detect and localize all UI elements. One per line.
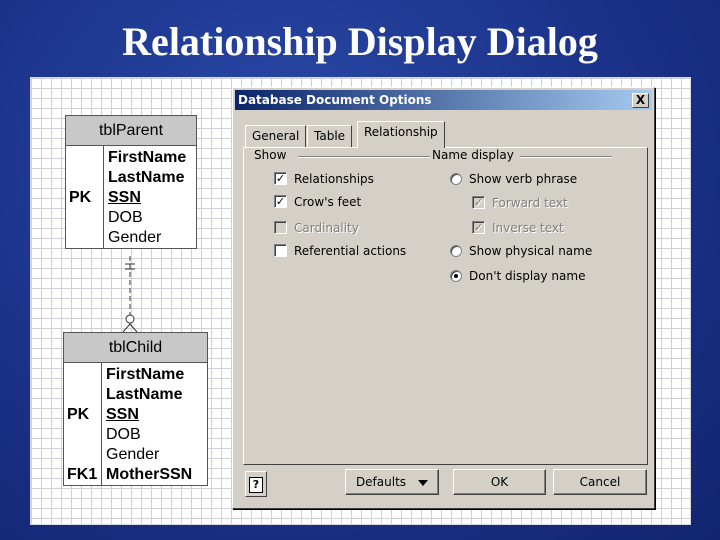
forward-text-option: ✓ Forward text xyxy=(472,195,568,211)
cardinality-checkbox xyxy=(274,221,287,234)
field-name: MotherSSN xyxy=(106,466,193,483)
dont-display-name-label: Don't display name xyxy=(469,269,586,283)
key-marker xyxy=(64,365,101,385)
entity-title: tblChild xyxy=(64,333,207,363)
key-marker xyxy=(64,385,101,405)
tab-general[interactable]: General xyxy=(245,125,307,147)
entity-title: tblParent xyxy=(66,116,196,146)
inverse-text-option: ✓ Inverse text xyxy=(472,220,564,236)
dont-display-name-radio[interactable] xyxy=(450,269,462,282)
field-name: Gender xyxy=(108,229,162,246)
show-physical-name-radio[interactable] xyxy=(450,244,462,257)
crows-feet-option[interactable]: ✓ Crow's feet xyxy=(274,194,361,210)
forward-text-label: Forward text xyxy=(492,196,568,210)
show-verb-phrase-radio[interactable] xyxy=(450,172,462,185)
cancel-button[interactable]: Cancel xyxy=(553,469,647,495)
close-button[interactable]: X xyxy=(632,93,649,108)
key-marker: PK xyxy=(69,189,92,206)
crows-foot-left xyxy=(122,323,131,333)
cardinality-option: Cardinality xyxy=(274,220,359,236)
crows-feet-label: Crow's feet xyxy=(294,195,362,209)
forward-text-checkbox: ✓ xyxy=(472,196,485,209)
options-dialog: Database Document Options X General Tabl… xyxy=(232,87,655,509)
show-physical-name-option[interactable]: Show physical name xyxy=(450,243,592,259)
key-marker xyxy=(66,228,103,248)
field-name: LastName xyxy=(106,386,183,403)
cardinality-label: Cardinality xyxy=(294,221,359,235)
field-name: DOB xyxy=(108,209,143,226)
show-group-label: Show xyxy=(252,148,289,162)
field-column: FirstName LastName SSN DOB Gender xyxy=(104,146,186,248)
key-marker xyxy=(66,168,103,188)
dont-display-name-option[interactable]: Don't display name xyxy=(450,268,585,284)
inverse-text-label: Inverse text xyxy=(492,221,564,235)
field-name: SSN xyxy=(106,406,139,423)
slide-title: Relationship Display Dialog xyxy=(122,19,598,64)
field-column: FirstName LastName SSN DOB Gender MotherSSN xyxy=(102,363,192,485)
chevron-down-icon xyxy=(418,479,429,486)
key-marker: FK1 xyxy=(67,466,98,483)
field-name: SSN xyxy=(108,189,141,206)
key-marker xyxy=(64,445,101,465)
key-column: PK FK1 xyxy=(64,363,102,485)
tab-table[interactable]: Table xyxy=(307,125,353,147)
tab-relationship[interactable]: Relationship xyxy=(357,121,445,148)
key-marker: PK xyxy=(67,406,90,423)
entity-tblparent[interactable]: tblParent PK FirstName LastName SSN DOB Gend… xyxy=(65,115,197,249)
crows-feet-checkbox[interactable]: ✓ xyxy=(274,195,287,208)
optional-mark xyxy=(125,314,135,324)
relationship-connector xyxy=(122,256,138,333)
relationships-label: Relationships xyxy=(294,172,374,186)
help-button[interactable]: ? xyxy=(245,471,267,497)
dialog-title: Database Document Options xyxy=(238,93,432,107)
referential-actions-label: Referential actions xyxy=(294,244,407,258)
relationships-checkbox[interactable]: ✓ xyxy=(274,172,287,185)
field-name: FirstName xyxy=(106,366,185,383)
name-display-group-label: Name display xyxy=(430,148,516,162)
show-verb-phrase-label: Show verb phrase xyxy=(469,172,578,186)
key-marker xyxy=(66,148,103,168)
entity-tblchild[interactable]: tblChild PK FK1 FirstName LastName SSN DOB Ge… xyxy=(63,332,208,486)
key-marker xyxy=(64,425,101,445)
inverse-text-checkbox: ✓ xyxy=(472,221,485,234)
ok-button[interactable]: OK xyxy=(453,469,546,495)
name-display-group-line xyxy=(520,156,612,158)
show-verb-phrase-option[interactable]: Show verb phrase xyxy=(450,171,577,187)
defaults-label: Defaults xyxy=(355,475,407,489)
help-icon: ? xyxy=(249,476,263,493)
key-marker xyxy=(66,208,103,228)
referential-actions-option[interactable]: Referential actions xyxy=(274,243,406,259)
field-name: DOB xyxy=(106,426,141,443)
field-name: LastName xyxy=(108,169,185,186)
close-icon: X xyxy=(635,93,646,107)
show-group-line xyxy=(298,156,438,158)
defaults-button[interactable]: Defaults xyxy=(345,469,439,495)
dialog-titlebar[interactable]: Database Document Options X xyxy=(235,90,652,110)
referential-actions-checkbox[interactable] xyxy=(274,244,287,257)
relationships-option[interactable]: ✓ Relationships xyxy=(274,171,374,187)
crows-foot-right xyxy=(129,323,138,333)
field-name: FirstName xyxy=(108,149,187,166)
field-name: Gender xyxy=(106,446,160,463)
key-column: PK xyxy=(66,146,104,248)
relationship-panel: Show ✓ Relationships ✓ Crow's feet Cardina… xyxy=(243,147,648,465)
show-physical-name-label: Show physical name xyxy=(469,244,593,258)
